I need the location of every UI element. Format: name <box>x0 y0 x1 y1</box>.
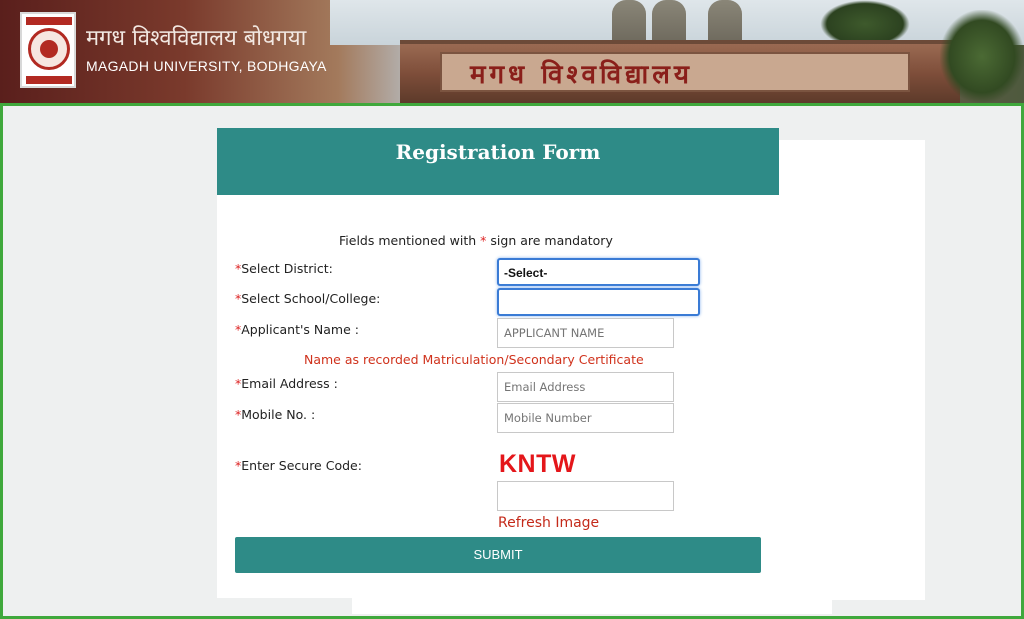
tree-decoration <box>940 10 1024 103</box>
mobile-label: *Mobile No. : <box>235 407 315 422</box>
email-input[interactable] <box>497 372 674 402</box>
school-select[interactable] <box>497 288 700 316</box>
university-logo[interactable] <box>20 12 76 88</box>
email-label: *Email Address : <box>235 376 338 391</box>
district-label-text: Select District: <box>241 261 333 276</box>
district-label: *Select District: <box>235 261 333 276</box>
form-title: Registration Form <box>395 140 601 164</box>
mandatory-note-suffix: sign are mandatory <box>486 233 613 248</box>
mandatory-note-prefix: Fields mentioned with <box>339 233 481 248</box>
tree-decoration <box>820 0 910 40</box>
submit-button[interactable]: SUBMIT <box>235 537 761 573</box>
district-select[interactable]: -Select- <box>497 258 700 286</box>
mandatory-note: Fields mentioned with * sign are mandato… <box>339 233 613 248</box>
refresh-image-link[interactable]: Refresh Image <box>498 515 599 531</box>
card-side-panel <box>779 140 925 600</box>
captcha-image: KNTW <box>499 450 576 478</box>
name-label-text: Applicant's Name : <box>241 322 359 337</box>
secure-code-input[interactable] <box>497 481 674 511</box>
school-label: *Select School/College: <box>235 291 380 306</box>
card-bottom-panel <box>352 598 832 614</box>
building-sign-text: मगध विश्वविद्यालय <box>470 60 693 90</box>
header-banner: मगध विश्वविद्यालय मगध विश्वविद्यालय बोधग… <box>0 0 1024 103</box>
university-name-hindi: मगध विश्वविद्यालय बोधगया <box>86 26 307 51</box>
form-header: Registration Form <box>217 128 779 195</box>
mobile-label-text: Mobile No. : <box>241 407 316 422</box>
applicant-name-input[interactable] <box>497 318 674 348</box>
logo-band <box>26 76 72 84</box>
secure-code-label-text: Enter Secure Code: <box>241 458 362 473</box>
email-label-text: Email Address : <box>241 376 338 391</box>
logo-emblem-icon <box>28 28 70 70</box>
name-hint: Name as recorded Matriculation/Secondary… <box>304 352 644 367</box>
secure-code-label: *Enter Secure Code: <box>235 458 362 473</box>
university-name-english: MAGADH UNIVERSITY, BODHGAYA <box>86 58 327 74</box>
logo-band <box>26 17 72 25</box>
name-label: *Applicant's Name : <box>235 322 359 337</box>
mobile-input[interactable] <box>497 403 674 433</box>
school-label-text: Select School/College: <box>241 291 381 306</box>
